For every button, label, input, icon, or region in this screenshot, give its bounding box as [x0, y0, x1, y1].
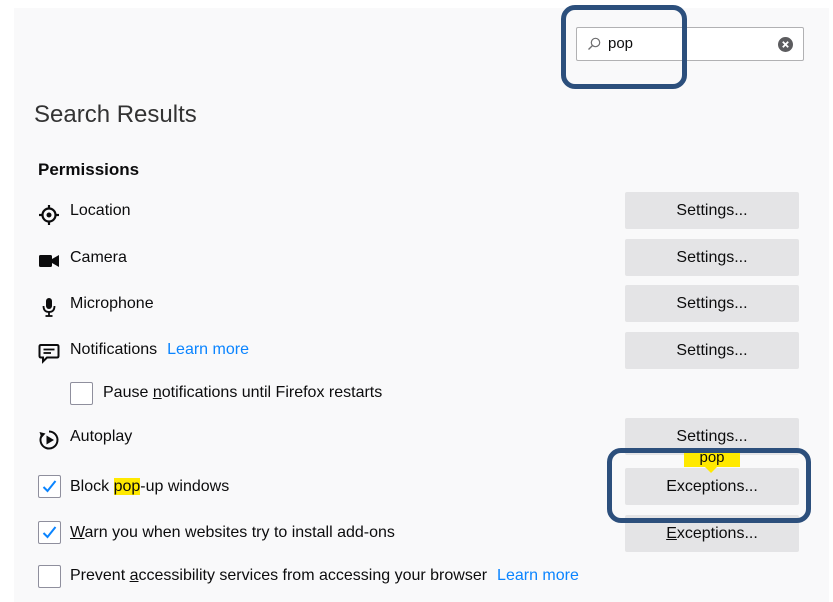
pause-notifications-checkbox[interactable]	[70, 382, 93, 405]
camera-label: Camera	[70, 249, 127, 266]
block-popups-checkbox[interactable]	[38, 475, 61, 498]
microphone-icon	[42, 298, 56, 317]
autoplay-settings-label: Settings...	[676, 427, 748, 445]
page-title: Search Results	[34, 101, 197, 128]
location-icon	[39, 205, 59, 225]
checkmark-icon	[42, 526, 57, 539]
popup-exceptions-button[interactable]: Exceptions...	[625, 468, 799, 505]
search-icon	[588, 37, 601, 50]
camera-icon	[39, 255, 59, 267]
search-highlight: pop	[113, 478, 141, 495]
prevent-accessibility-checkbox[interactable]	[38, 565, 61, 588]
search-tooltip-arrow	[705, 467, 717, 473]
microphone-label: Microphone	[70, 295, 154, 312]
notifications-icon	[38, 344, 60, 364]
notifications-row: Notifications Learn more	[70, 341, 249, 359]
search-input[interactable]: pop	[576, 27, 804, 61]
search-text: pop	[608, 35, 634, 52]
camera-settings-button[interactable]: Settings...	[625, 239, 799, 276]
addon-exceptions-button[interactable]: Exceptions...	[625, 515, 799, 552]
search-tooltip: pop	[684, 448, 740, 467]
notifications-learn-more-link[interactable]: Learn more	[167, 341, 249, 358]
block-popups-label-start: Block	[70, 478, 114, 495]
prevent-accessibility-label: Prevent accessibility services from acce…	[70, 567, 488, 584]
section-title-permissions: Permissions	[38, 160, 140, 179]
location-label: Location	[70, 202, 131, 219]
addon-exceptions-label: Exceptions...	[666, 524, 758, 542]
location-settings-button[interactable]: Settings...	[625, 192, 799, 229]
microphone-settings-button[interactable]: Settings...	[625, 285, 799, 322]
notifications-settings-button[interactable]: Settings...	[625, 332, 799, 369]
notifications-settings-label: Settings...	[676, 341, 748, 359]
clear-search-icon[interactable]	[778, 37, 793, 52]
accessibility-learn-more-link[interactable]: Learn more	[497, 567, 579, 584]
warn-addons-checkbox[interactable]	[38, 521, 61, 544]
autoplay-icon	[39, 430, 59, 450]
warn-addons-label: Warn you when websites try to install ad…	[70, 524, 395, 541]
pause-notifications-label: Pause notifications until Firefox restar…	[103, 384, 383, 401]
notifications-label: Notifications	[70, 341, 158, 358]
microphone-settings-label: Settings...	[676, 294, 748, 312]
location-settings-label: Settings...	[676, 201, 748, 219]
prevent-accessibility-row: Prevent accessibility services from acce…	[70, 567, 579, 585]
camera-settings-label: Settings...	[676, 248, 748, 266]
checkmark-icon	[42, 480, 57, 493]
block-popups-label-end: -up windows	[140, 478, 230, 495]
popup-exceptions-label: Exceptions...	[666, 477, 758, 495]
block-popups-label: Block pop-up windows	[70, 478, 229, 496]
autoplay-label: Autoplay	[70, 428, 133, 445]
